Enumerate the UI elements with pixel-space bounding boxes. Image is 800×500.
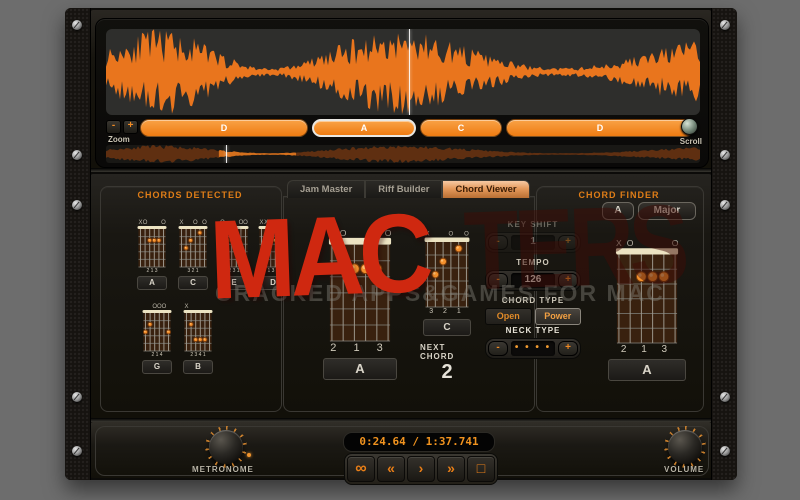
zoom-in-button[interactable]: +	[123, 120, 138, 134]
volume-knob[interactable]	[668, 430, 702, 464]
neck-type-group: NECK TYPE - • • • • +	[485, 326, 581, 359]
chord-segments: DACD	[140, 119, 694, 137]
overview-waveform[interactable]	[106, 145, 700, 163]
chord-fingering: 3 2 1	[187, 268, 199, 274]
zoom-controls: - +	[106, 120, 138, 134]
rack-ear-left	[65, 8, 91, 480]
chord-diagram: OOO	[141, 302, 173, 352]
screw-icon	[720, 20, 730, 30]
screw-icon	[720, 392, 730, 402]
overview-graphic	[106, 145, 700, 163]
transport-row: METRONOME 0:24.64 / 1:37.741 ∞ «›» □ VOLUM…	[90, 422, 712, 485]
rack-ear-right	[711, 8, 737, 480]
screw-icon	[72, 446, 82, 456]
neck-type-value: • • • •	[511, 341, 555, 356]
waveform-row: - + Zoom DACD Scroll	[90, 10, 712, 170]
svg-text:O: O	[143, 220, 148, 226]
forward-button[interactable]: »	[437, 456, 465, 482]
metronome-label: METRONOME	[192, 465, 254, 474]
chord-label: A	[137, 276, 167, 290]
svg-text:O: O	[161, 220, 166, 226]
next-chord-label: C	[423, 319, 471, 336]
transport-panel: METRONOME 0:24.64 / 1:37.741 ∞ «›» □ VOLUM…	[95, 426, 709, 485]
neck-type-title: NECK TYPE	[505, 326, 561, 335]
zoom-out-button[interactable]: -	[106, 120, 121, 134]
app-window: - + Zoom DACD Scroll Jam Master Riff Bui…	[0, 0, 800, 500]
scroll-knob[interactable]	[681, 118, 698, 135]
detected-chord-a[interactable]: XOO 2 1 3 A	[136, 218, 168, 290]
chord-segment-d[interactable]: D	[506, 119, 694, 137]
watermark: MAC TERS	[198, 181, 713, 323]
neck-type-plus-button[interactable]: +	[558, 341, 578, 356]
chord-fingering: 2 1 3	[620, 344, 674, 355]
rack-groove	[90, 168, 712, 172]
svg-text:X: X	[179, 220, 183, 226]
overview-playhead[interactable]	[225, 145, 227, 163]
chord-fingering: 2 1 4	[151, 352, 163, 358]
detected-chord-g[interactable]: OOO 2 1 4 G	[141, 302, 173, 374]
chord-diagram: XOO	[136, 218, 168, 268]
loop-button[interactable]: ∞	[347, 456, 375, 482]
finder-chord-label: A	[608, 359, 686, 381]
chord-fingering: 2 1 3	[146, 268, 158, 274]
screw-icon	[72, 20, 82, 30]
svg-text:O: O	[193, 220, 198, 226]
screw-icon	[72, 392, 82, 402]
playhead[interactable]	[408, 29, 410, 115]
watermark-main-text: MAC	[207, 190, 430, 323]
screw-icon	[720, 446, 730, 456]
metronome-led	[247, 453, 251, 457]
neck-type-stepper: - • • • • +	[485, 338, 581, 359]
chord-fingering: 2 1 3	[330, 342, 390, 354]
waveform-display[interactable]	[106, 29, 700, 115]
screw-icon	[72, 150, 82, 160]
rewind-button[interactable]: «	[377, 456, 405, 482]
current-chord-label: A	[323, 358, 397, 380]
metronome-knob[interactable]	[209, 430, 243, 464]
chord-fingering: 3 2 1	[429, 308, 465, 315]
chord-strip: - + Zoom DACD Scroll	[106, 118, 702, 146]
svg-text:O: O	[162, 304, 167, 310]
neck-type-minus-button[interactable]: -	[488, 341, 508, 356]
screw-icon	[720, 150, 730, 160]
watermark-faded-text: TERS	[462, 181, 687, 314]
screw-icon	[72, 200, 82, 210]
screw-icon	[720, 200, 730, 210]
volume-label: VOLUME	[664, 465, 705, 474]
chord-label: G	[142, 360, 172, 374]
chord-segment-a[interactable]: A	[312, 119, 416, 137]
time-display: 0:24.64 / 1:37.741	[343, 432, 495, 452]
next-chord-count: 2	[441, 361, 453, 383]
play-button[interactable]: ›	[407, 456, 435, 482]
chord-segment-c[interactable]: C	[420, 119, 502, 137]
chord-label: B	[183, 360, 213, 374]
waveform-unit: - + Zoom DACD Scroll	[95, 18, 709, 168]
next-chord-caption: NEXT CHORD	[420, 343, 455, 361]
chord-fingering: 2 3 4 1	[190, 352, 206, 358]
transport-buttons: ∞ «›» □	[344, 453, 498, 485]
waveform-graphic	[106, 29, 700, 115]
stop-button[interactable]: □	[467, 456, 495, 482]
chord-segment-d[interactable]: D	[140, 119, 308, 137]
svg-text:X: X	[184, 304, 188, 310]
zoom-label: Zoom	[108, 135, 130, 144]
